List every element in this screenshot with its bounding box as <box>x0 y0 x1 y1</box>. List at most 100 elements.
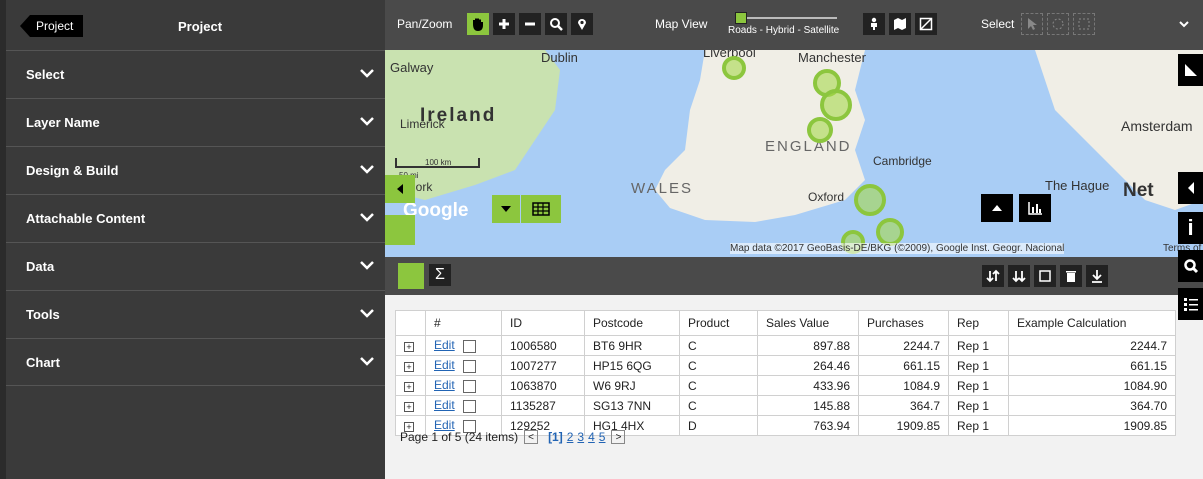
pager-page-link[interactable]: [1] <box>548 430 563 444</box>
cell-sales-value: 763.94 <box>757 415 859 436</box>
expand-row-icon[interactable]: + <box>395 395 426 416</box>
sum-icon[interactable]: Σ <box>429 264 451 286</box>
column-header[interactable]: Sales Value <box>757 310 859 336</box>
cell-example-calculation: 2244.7 <box>1008 335 1176 356</box>
edit-link[interactable]: Edit <box>434 338 455 352</box>
select-label: Select <box>981 17 1015 31</box>
location-pin-icon[interactable] <box>571 13 593 35</box>
grid-dropdown-button[interactable] <box>492 195 520 223</box>
sidebar-item-label: Design & Build <box>26 163 119 178</box>
copy-icon[interactable] <box>1034 265 1056 287</box>
chevron-down-icon <box>359 209 375 228</box>
expand-row-icon[interactable]: + <box>395 335 426 356</box>
sidebar-item-label: Data <box>26 259 55 274</box>
mapview-slider-track[interactable] <box>747 17 837 19</box>
table-view-button[interactable] <box>521 195 561 223</box>
chevron-down-icon <box>359 305 375 324</box>
cell-product: C <box>679 335 758 356</box>
chevron-down-icon[interactable] <box>1173 13 1195 35</box>
hand-icon[interactable] <box>467 13 489 35</box>
filter-down-icon[interactable] <box>1008 265 1030 287</box>
sort-icon[interactable] <box>982 265 1004 287</box>
zoom-out-icon[interactable] <box>519 13 541 35</box>
panzoom-label: Pan/Zoom <box>397 17 453 31</box>
expand-up-button[interactable] <box>981 194 1013 222</box>
edit-link[interactable]: Edit <box>434 358 455 372</box>
mapview-slider-label: Roads - Hybrid - Satellite <box>728 25 840 36</box>
chevron-down-icon <box>359 161 375 180</box>
zoom-in-icon[interactable] <box>493 13 515 35</box>
cell-postcode: W6 9RJ <box>584 375 680 396</box>
sidebar-item[interactable]: Chart <box>6 338 385 386</box>
pager-summary: Page 1 of 5 (24 items) <box>400 430 519 444</box>
table-row[interactable]: + Edit 1007277 HP15 6QG C 264.46 661.15 Rep 1 66… <box>395 355 1176 376</box>
no-map-icon[interactable] <box>915 13 937 35</box>
layers-toggle-button[interactable] <box>385 215 415 245</box>
grid-toolbar: Σ <box>385 257 1203 295</box>
pointer-select-icon[interactable] <box>1021 13 1043 35</box>
delete-icon[interactable] <box>1060 265 1082 287</box>
back-to-project-button[interactable]: Project <box>20 15 84 37</box>
pager-page-link[interactable]: 4 <box>588 430 595 444</box>
expand-row-icon[interactable]: + <box>395 375 426 396</box>
table-row[interactable]: + Edit 1135287 SG13 7NN C 145.88 364.7 Rep 1 364… <box>395 395 1176 416</box>
pager-page-link[interactable]: 5 <box>599 430 606 444</box>
cell-product: C <box>679 355 758 376</box>
cell-purchases: 661.15 <box>858 355 949 376</box>
sidebar-item[interactable]: Select <box>6 50 385 98</box>
chevron-left-icon[interactable]: < <box>524 430 539 444</box>
cell-rep: Rep 1 <box>948 375 1009 396</box>
cell-product: C <box>679 375 758 396</box>
sidebar-item[interactable]: Layer Name <box>6 98 385 146</box>
sidebar-item-label: Select <box>26 67 65 82</box>
search-icon[interactable] <box>545 13 567 35</box>
row-checkbox[interactable] <box>462 399 476 413</box>
search-icon[interactable] <box>1178 250 1203 282</box>
info-icon[interactable]: i <box>1178 212 1203 244</box>
mapview-slider-handle[interactable] <box>735 12 747 24</box>
download-icon[interactable] <box>1086 265 1108 287</box>
map-view[interactable]: Galway Ireland Dublin Limerick Cork Live… <box>385 50 1203 257</box>
collapse-right-panel-button[interactable] <box>1178 172 1203 204</box>
column-header[interactable]: # <box>425 310 502 336</box>
edit-link[interactable]: Edit <box>434 398 455 412</box>
row-checkbox[interactable] <box>462 359 476 373</box>
legend-corner-button[interactable] <box>1178 54 1203 86</box>
cell-purchases: 2244.7 <box>858 335 949 356</box>
map-layers-icon[interactable] <box>889 13 911 35</box>
cell-example-calculation: 364.70 <box>1008 395 1176 416</box>
sidebar-item[interactable]: Design & Build <box>6 146 385 194</box>
table-row[interactable]: + Edit 1006580 BT6 9HR C 897.88 2244.7 Rep 1 224… <box>395 335 1176 356</box>
grid-panel-toggle-button[interactable] <box>398 263 424 289</box>
sidebar-item[interactable]: Tools <box>6 290 385 338</box>
cell-sales-value: 433.96 <box>757 375 859 396</box>
chevron-down-icon <box>359 257 375 276</box>
row-checkbox[interactable] <box>462 339 476 353</box>
table-row[interactable]: + Edit 1063870 W6 9RJ C 433.96 1084.9 Rep 1 1084… <box>395 375 1176 396</box>
map-markers <box>722 56 904 254</box>
edit-link[interactable]: Edit <box>434 378 455 392</box>
sidebar-item[interactable]: Attachable Content <box>6 194 385 242</box>
column-header[interactable]: Postcode <box>584 310 680 336</box>
pager-page-link[interactable]: 2 <box>567 430 574 444</box>
street-view-icon[interactable] <box>863 13 885 35</box>
column-header[interactable]: Rep <box>948 310 1009 336</box>
chevron-right-icon[interactable]: > <box>611 430 626 444</box>
expand-row-icon[interactable]: + <box>395 355 426 376</box>
column-header[interactable]: ID <box>501 310 585 336</box>
column-header[interactable]: Purchases <box>858 310 949 336</box>
list-icon[interactable] <box>1178 288 1203 320</box>
sidebar-item-label: Attachable Content <box>26 211 146 226</box>
row-checkbox[interactable] <box>462 379 476 393</box>
collapse-sidebar-button[interactable] <box>385 175 415 203</box>
chart-icon[interactable] <box>1019 194 1051 222</box>
column-header[interactable]: Product <box>679 310 758 336</box>
circle-select-icon[interactable] <box>1047 13 1069 35</box>
polygon-select-icon[interactable] <box>1073 13 1095 35</box>
cell-rep: Rep 1 <box>948 355 1009 376</box>
pager-page-link[interactable]: 3 <box>577 430 584 444</box>
cell-rep: Rep 1 <box>948 415 1009 436</box>
sidebar-item[interactable]: Data <box>6 242 385 290</box>
column-header[interactable]: Example Calculation <box>1008 310 1176 336</box>
cell-product: D <box>679 415 758 436</box>
